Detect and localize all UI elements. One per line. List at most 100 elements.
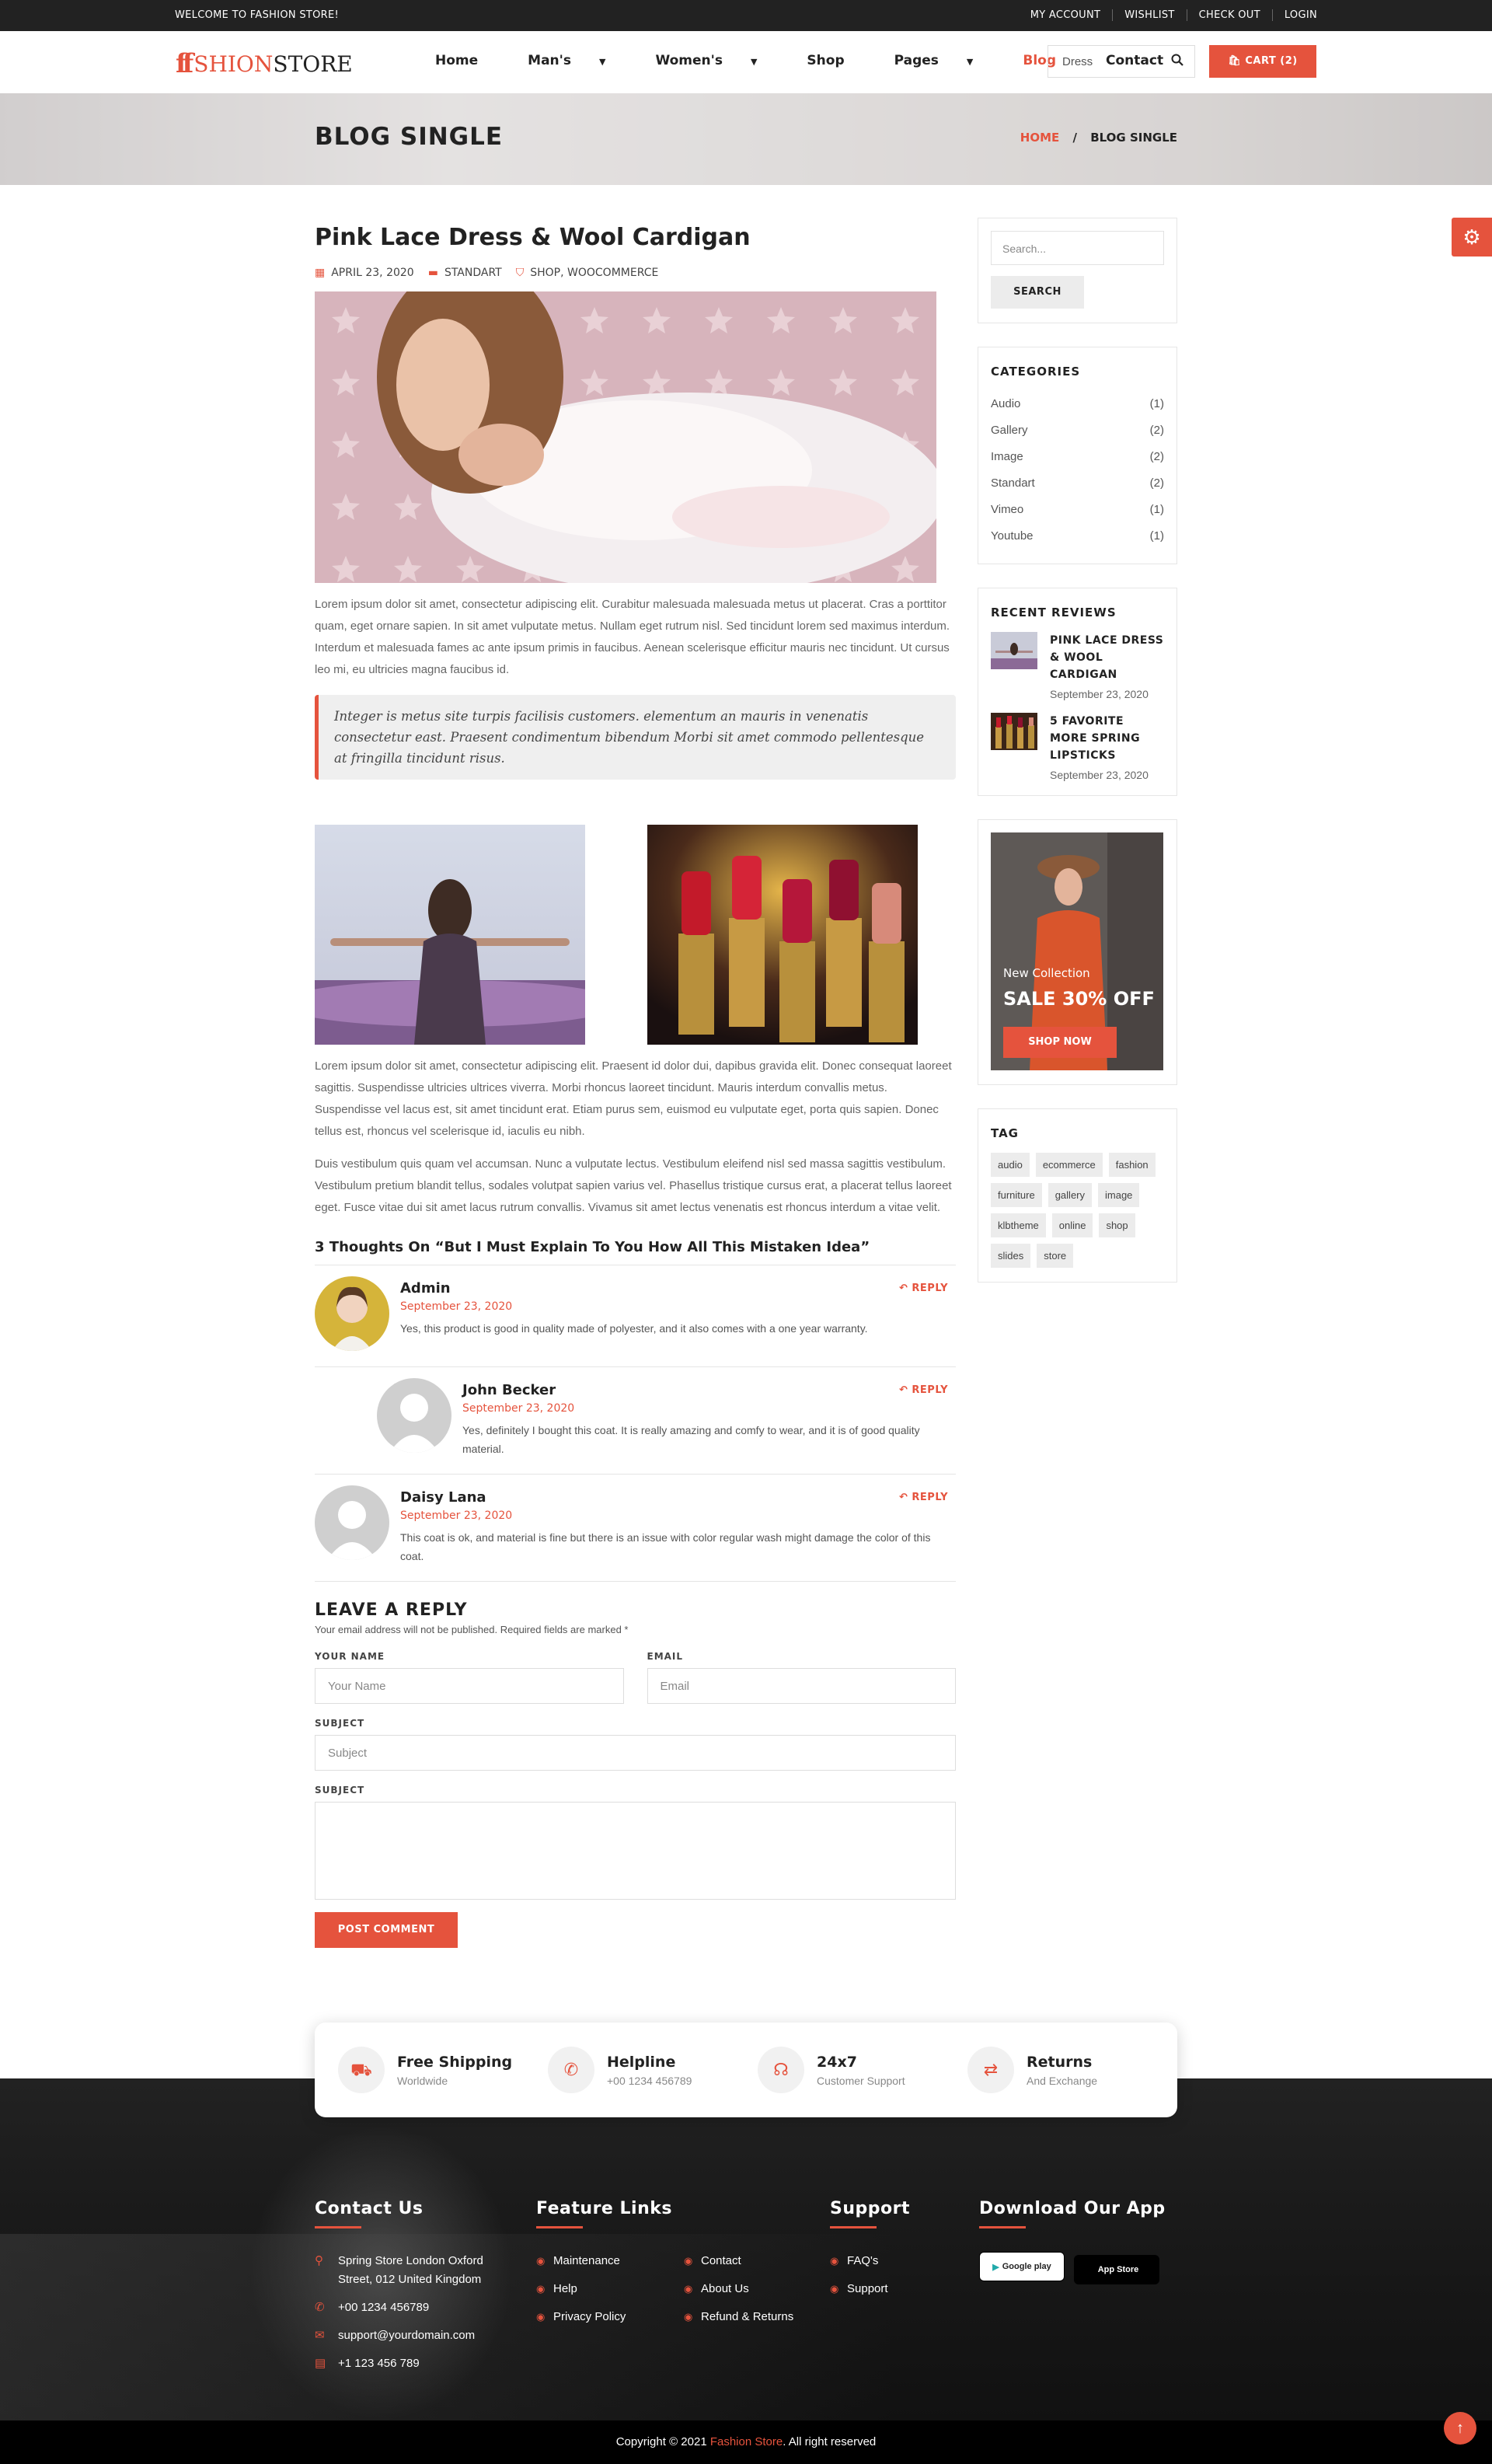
category-item[interactable]: Vimeo (1) <box>991 497 1164 523</box>
logo-store: STORE <box>273 51 353 77</box>
nav-womens[interactable]: Women's ▼ <box>655 53 782 68</box>
promo-banner[interactable]: New Collection SALE 30% OFF SHOP NOW <box>991 832 1163 1070</box>
tag-title: TAG <box>991 1126 1019 1140</box>
reply-icon: ↶ <box>898 1492 908 1503</box>
nav-pages[interactable]: Pages ▼ <box>894 53 999 68</box>
caret-down-icon: ▼ <box>966 57 974 67</box>
category-count: (1) <box>1149 397 1164 410</box>
reply-form-note: Your email address will not be published… <box>315 1624 629 1635</box>
tag-item[interactable]: online <box>1051 1213 1093 1237</box>
shop-now-button[interactable]: SHOP NOW <box>1003 1027 1117 1058</box>
footer-link[interactable]: About Us <box>701 2280 749 2298</box>
search-icon[interactable] <box>1171 54 1183 70</box>
footer-feature-title: Feature Links <box>536 2199 672 2218</box>
nav-mans[interactable]: Man's ▼ <box>528 53 630 68</box>
post-paragraph-2: Lorem ipsum dolor sit amet, consectetur … <box>315 1059 952 1138</box>
footer-link[interactable]: Maintenance <box>553 2252 620 2270</box>
category-item[interactable]: Audio (1) <box>991 391 1164 417</box>
tag-item[interactable]: shop <box>1099 1213 1135 1237</box>
sidebar-search-button[interactable]: SEARCH <box>991 276 1084 309</box>
app-store-badge[interactable]: App Store <box>1074 2254 1159 2284</box>
comment-author: Admin <box>400 1280 451 1297</box>
copyright-bar: Copyright © 2021 Fashion Store. All righ… <box>0 2420 1492 2464</box>
circle-dot-icon: ◉ <box>536 2311 546 2323</box>
post-title: Pink Lace Dress & Wool Cardigan <box>315 224 751 251</box>
tag-item[interactable]: klbtheme <box>991 1213 1046 1237</box>
category-item[interactable]: Gallery (2) <box>991 417 1164 444</box>
footer-link[interactable]: Support <box>847 2280 888 2298</box>
comment-item: John Becker September 23, 2020 Yes, defi… <box>315 1367 956 1475</box>
comment-date: September 23, 2020 <box>400 1300 513 1313</box>
name-label: YOUR NAME <box>315 1651 385 1662</box>
back-to-top-icon[interactable]: ↑ <box>1444 2412 1476 2445</box>
truck-icon: ⛟ <box>338 2047 385 2093</box>
footer-link[interactable]: Contact <box>701 2252 741 2270</box>
tag-item[interactable]: fashion <box>1108 1153 1156 1177</box>
email-field[interactable]: Email <box>647 1668 956 1704</box>
wishlist-link[interactable]: WISHLIST <box>1113 9 1187 21</box>
breadcrumb-home[interactable]: HOME <box>1020 131 1059 145</box>
category-name: Youtube <box>991 529 1034 543</box>
google-play-badge[interactable]: ▶ Google play <box>979 2252 1065 2281</box>
subject-field[interactable]: Subject <box>315 1735 956 1771</box>
copyright-brand[interactable]: Fashion Store <box>710 2435 783 2448</box>
name-field[interactable]: Your Name <box>315 1668 624 1704</box>
review-name: PINK LACE DRESS & WOOL CARDIGAN <box>1050 634 1164 681</box>
category-count: (2) <box>1149 424 1164 437</box>
post-paragraph-3: Duis vestibulum quis quam vel accumsan. … <box>315 1157 952 1214</box>
review-item[interactable]: PINK LACE DRESS & WOOL CARDIGAN Septembe… <box>991 632 1164 700</box>
category-item[interactable]: Standart (2) <box>991 470 1164 497</box>
nav-shop[interactable]: Shop <box>807 53 869 68</box>
footer-phone[interactable]: +00 1234 456789 <box>338 2298 429 2317</box>
feature-title: Helpline <box>607 2053 676 2071</box>
footer-link[interactable]: FAQ's <box>847 2252 878 2270</box>
nav-home[interactable]: Home <box>435 53 503 68</box>
category-item[interactable]: Youtube (1) <box>991 523 1164 550</box>
tag-item[interactable]: gallery <box>1048 1183 1092 1207</box>
logo[interactable]: ff SHION STORE <box>176 48 353 79</box>
reply-button[interactable]: ↶ REPLY <box>899 1384 948 1396</box>
footer: Contact Us ⚲ Spring Store London Oxford S… <box>0 2078 1492 2420</box>
checkout-link[interactable]: CHECK OUT <box>1187 9 1273 21</box>
footer-contact: Contact Us ⚲ Spring Store London Oxford S… <box>315 2199 509 2382</box>
tag-item[interactable]: audio <box>991 1153 1030 1177</box>
post-comment-button[interactable]: POST COMMENT <box>315 1912 458 1948</box>
review-date: September 23, 2020 <box>1050 769 1149 781</box>
feature-title: Returns <box>1027 2053 1093 2071</box>
post-hero-image <box>315 291 936 583</box>
reply-button[interactable]: ↶ REPLY <box>899 1492 948 1503</box>
category-item[interactable]: Image (2) <box>991 444 1164 470</box>
cart-label: CART (2) <box>1245 55 1298 67</box>
post-tags[interactable]: SHOP, WOOCOMMERCE <box>530 267 658 279</box>
reply-icon: ↶ <box>898 1283 908 1294</box>
reply-button[interactable]: ↶ REPLY <box>899 1283 948 1294</box>
sidebar-search-input[interactable]: Search... <box>991 231 1164 265</box>
logo-mark: ff <box>176 48 193 79</box>
footer-link[interactable]: Privacy Policy <box>553 2308 626 2326</box>
tag-item[interactable]: slides <box>991 1244 1031 1268</box>
footer-link[interactable]: Refund & Returns <box>701 2308 793 2326</box>
header-search-input[interactable]: Dress <box>1048 45 1195 78</box>
tag-item[interactable]: image <box>1098 1183 1140 1207</box>
exchange-icon: ⇄ <box>967 2047 1014 2093</box>
tag-item[interactable]: furniture <box>991 1183 1042 1207</box>
tags-icon: ⛉ <box>515 267 525 279</box>
comment-text: Yes, this product is good in quality mad… <box>400 1322 868 1335</box>
my-account-link[interactable]: MY ACCOUNT <box>1019 9 1114 21</box>
settings-gear-icon[interactable]: ⚙ <box>1452 218 1492 257</box>
map-pin-icon: ⚲ <box>315 2254 323 2267</box>
login-link[interactable]: LOGIN <box>1273 9 1317 21</box>
cart-button[interactable]: 🛍 CART (2) <box>1209 45 1316 78</box>
tag-item[interactable]: store <box>1037 1244 1074 1268</box>
footer-address: Spring Store London Oxford Street, 012 U… <box>338 2254 483 2286</box>
circle-dot-icon: ◉ <box>536 2283 546 2295</box>
tag-item[interactable]: ecommerce <box>1035 1153 1103 1177</box>
footer-email[interactable]: support@yourdomain.com <box>338 2326 475 2345</box>
footer-app: Download Our App ▶ Google play App Store <box>979 2199 1197 2284</box>
post-category[interactable]: STANDART <box>444 267 502 279</box>
footer-underline <box>979 2226 1026 2228</box>
message-textarea[interactable] <box>315 1802 956 1900</box>
feature-sub: Customer Support <box>817 2074 905 2087</box>
footer-link[interactable]: Help <box>553 2280 577 2298</box>
review-item[interactable]: 5 FAVORITE MORE SPRING LIPSTICKS Septemb… <box>991 713 1164 781</box>
